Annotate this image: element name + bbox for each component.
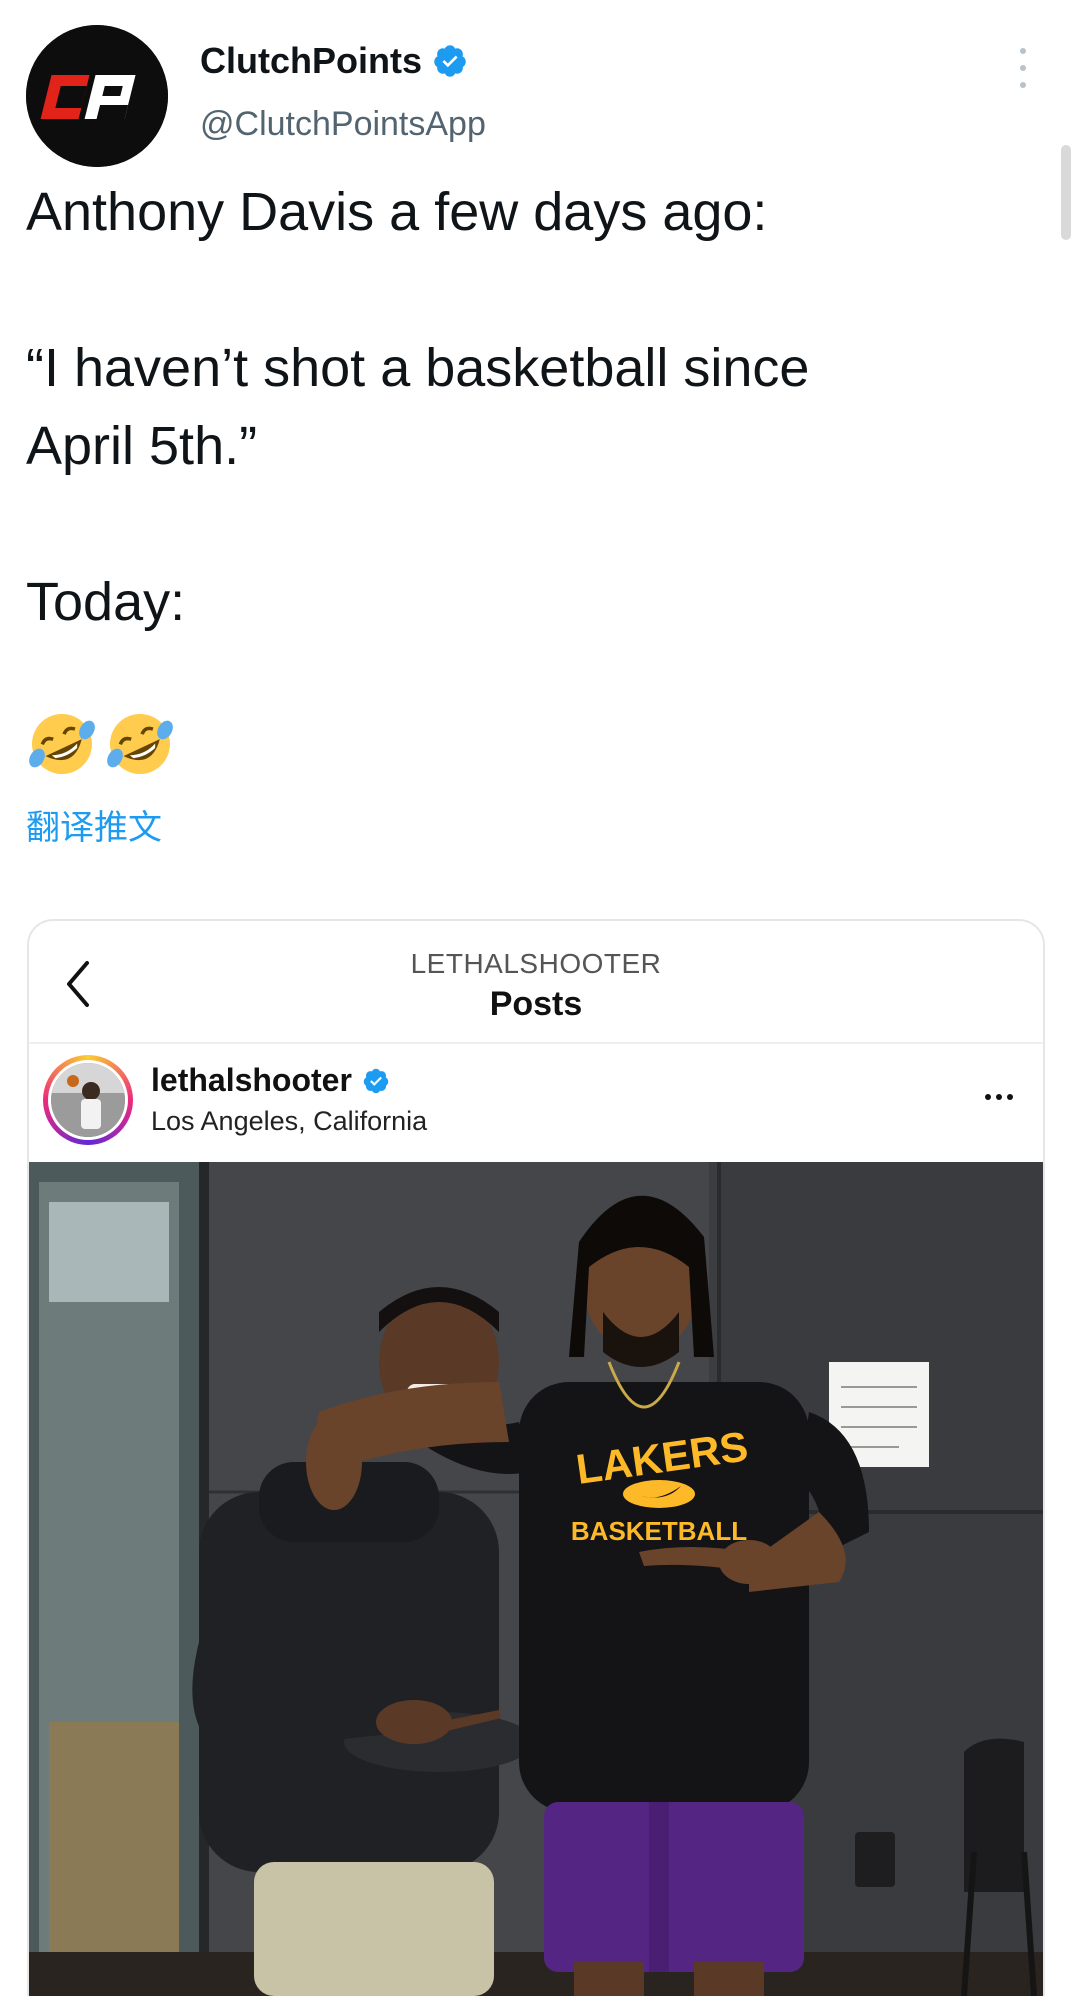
- tweet-text: Anthony Davis a few days ago: “I haven’t…: [26, 173, 1026, 641]
- clutchpoints-avatar[interactable]: CP: [26, 25, 168, 167]
- instagram-post-username[interactable]: lethalshooter: [151, 1062, 390, 1099]
- display-name[interactable]: ClutchPoints: [200, 40, 468, 82]
- jersey-basketball-text: BASKETBALL: [571, 1516, 747, 1546]
- instagram-post-header: lethalshooter Los Angeles, California: [29, 1044, 1043, 1162]
- verified-badge-icon: [434, 45, 466, 77]
- rolling-on-floor-laughing-emoji-2: [107, 714, 173, 774]
- tweet-line-3: April 5th.”: [26, 416, 258, 476]
- embedded-media-card[interactable]: LETHALSHOOTER Posts lethalshooter Los An…: [27, 919, 1045, 1996]
- instagram-username-text: lethalshooter: [151, 1062, 352, 1098]
- emoji-row: [28, 710, 174, 778]
- tweet-line-4: Today:: [26, 572, 186, 632]
- handle[interactable]: @ClutchPointsApp: [200, 105, 486, 144]
- instagram-header-username: LETHALSHOOTER: [410, 948, 662, 979]
- tweet-line-2: “I haven’t shot a basketball since: [26, 338, 810, 398]
- instagram-post-location[interactable]: Los Angeles, California: [151, 1106, 427, 1137]
- rolling-on-floor-laughing-emoji-1: [29, 714, 95, 774]
- translate-tweet-link[interactable]: 翻译推文: [26, 800, 162, 849]
- more-horizontal-icon[interactable]: [985, 1094, 1013, 1100]
- instagram-header: LETHALSHOOTER Posts: [29, 921, 1043, 1044]
- instagram-header-title: Posts: [489, 985, 583, 1023]
- more-vertical-icon[interactable]: [1016, 48, 1030, 88]
- instagram-user-avatar[interactable]: [43, 1055, 133, 1145]
- tweet-line-1: Anthony Davis a few days ago:: [26, 182, 768, 242]
- instagram-post-photo: LAKERS BASKETBALL: [29, 1162, 1043, 1996]
- scrollbar-thumb[interactable]: [1061, 145, 1071, 240]
- display-name-text: ClutchPoints: [200, 40, 422, 81]
- verified-badge-icon: [363, 1068, 389, 1093]
